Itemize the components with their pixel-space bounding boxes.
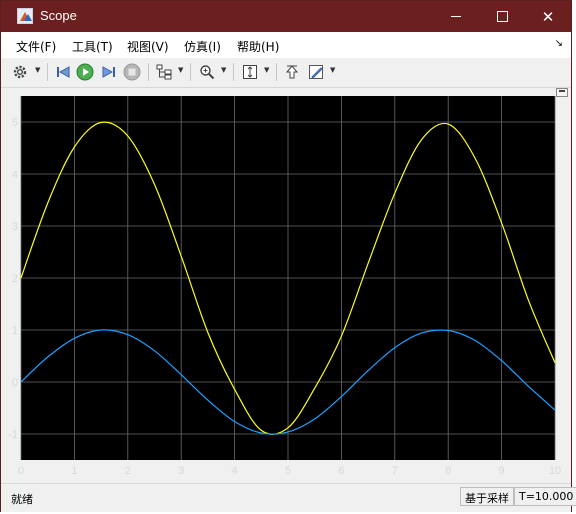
x-tick-label: 3 — [178, 465, 184, 477]
sample-mode-indicator: 基于采样 — [460, 487, 514, 506]
x-tick-label: 1 — [71, 465, 77, 477]
x-tick-label: 7 — [392, 465, 398, 477]
x-tick-label: 8 — [445, 465, 451, 477]
x-tick-labels: 0 1 2 3 4 5 6 7 8 9 10 — [18, 465, 561, 477]
status-ready: 就绪 — [11, 493, 33, 506]
x-tick-label: 4 — [232, 465, 238, 477]
y-tick-label: 3 — [12, 221, 18, 233]
y-tick-label: 1 — [12, 325, 18, 337]
x-tick-label: 0 — [18, 465, 24, 477]
x-tick-label: 10 — [549, 465, 561, 477]
x-tick-label: 2 — [125, 465, 131, 477]
status-bar: 就绪 基于采样 T=10.000 — [1, 483, 576, 512]
y-tick-labels: -1 0 1 2 3 4 5 — [8, 117, 18, 441]
scope-plot[interactable]: 0 1 2 3 4 5 6 7 8 9 10 -1 0 1 2 3 4 5 — [1, 1, 571, 483]
x-tick-label: 5 — [285, 465, 291, 477]
y-tick-label: 0 — [12, 377, 18, 389]
y-tick-label: 2 — [12, 273, 18, 285]
y-tick-label: 4 — [12, 169, 18, 181]
scope-window: Scope ✕ 文件(F) 工具(T) 视图(V) 仿真(I) 帮助(H) ↘ … — [0, 0, 576, 512]
y-tick-label: -1 — [8, 429, 18, 441]
x-tick-label: 6 — [338, 465, 344, 477]
x-tick-label: 9 — [499, 465, 505, 477]
y-tick-label: 5 — [12, 117, 18, 129]
sim-time-indicator: T=10.000 — [514, 487, 576, 506]
